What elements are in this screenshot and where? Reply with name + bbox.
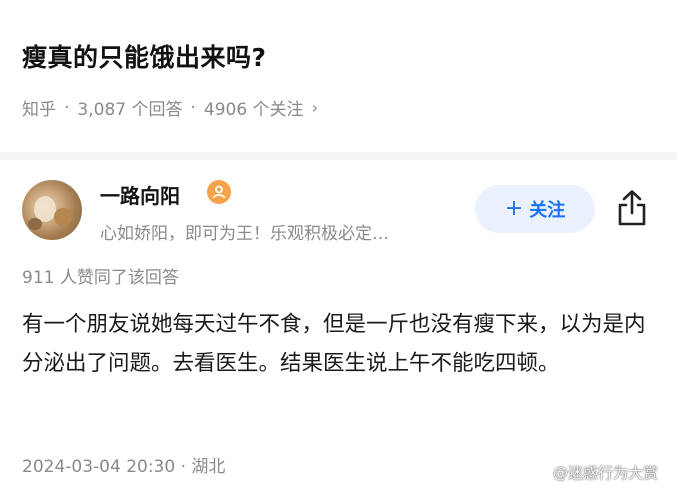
chevron-right-icon: › xyxy=(311,98,318,117)
avatar[interactable] xyxy=(22,180,82,240)
question-title[interactable]: 瘦真的只能饿出来吗? xyxy=(22,38,267,74)
answer-count: 3,087 个回答 xyxy=(77,100,183,120)
weibo-icon xyxy=(527,464,548,481)
meta-separator: · xyxy=(64,97,70,118)
question-meta[interactable]: 知乎 · 3,087 个回答 · 4906 个关注 › xyxy=(22,95,318,121)
plus-icon: + xyxy=(504,196,524,221)
answer-timestamp: 2024-03-04 20:30 · 湖北 xyxy=(22,457,226,477)
answer-text[interactable]: 有一个朋友说她每天过午不食，但是一斤也没有瘦下来，以为是内分泌出了问题。去看医生… xyxy=(22,305,652,383)
watermark-text: @迷惑行为大赏 xyxy=(553,464,659,482)
follow-button[interactable]: + 关注 xyxy=(475,185,595,233)
meta-separator: · xyxy=(190,97,196,118)
author-name[interactable]: 一路向阳 xyxy=(100,180,180,209)
follower-count: 4906 个关注 xyxy=(203,100,304,120)
section-divider xyxy=(0,152,677,160)
watermark: @迷惑行为大赏 xyxy=(527,462,658,483)
platform-label: 知乎 xyxy=(22,100,56,120)
share-icon[interactable] xyxy=(614,188,650,228)
vote-count: 911 人赞同了该回答 xyxy=(22,268,179,288)
user-badge-icon xyxy=(207,180,231,204)
author-bio: 心如娇阳，即可为王！乐观积极必定… xyxy=(100,224,389,244)
follow-label: 关注 xyxy=(529,200,566,221)
